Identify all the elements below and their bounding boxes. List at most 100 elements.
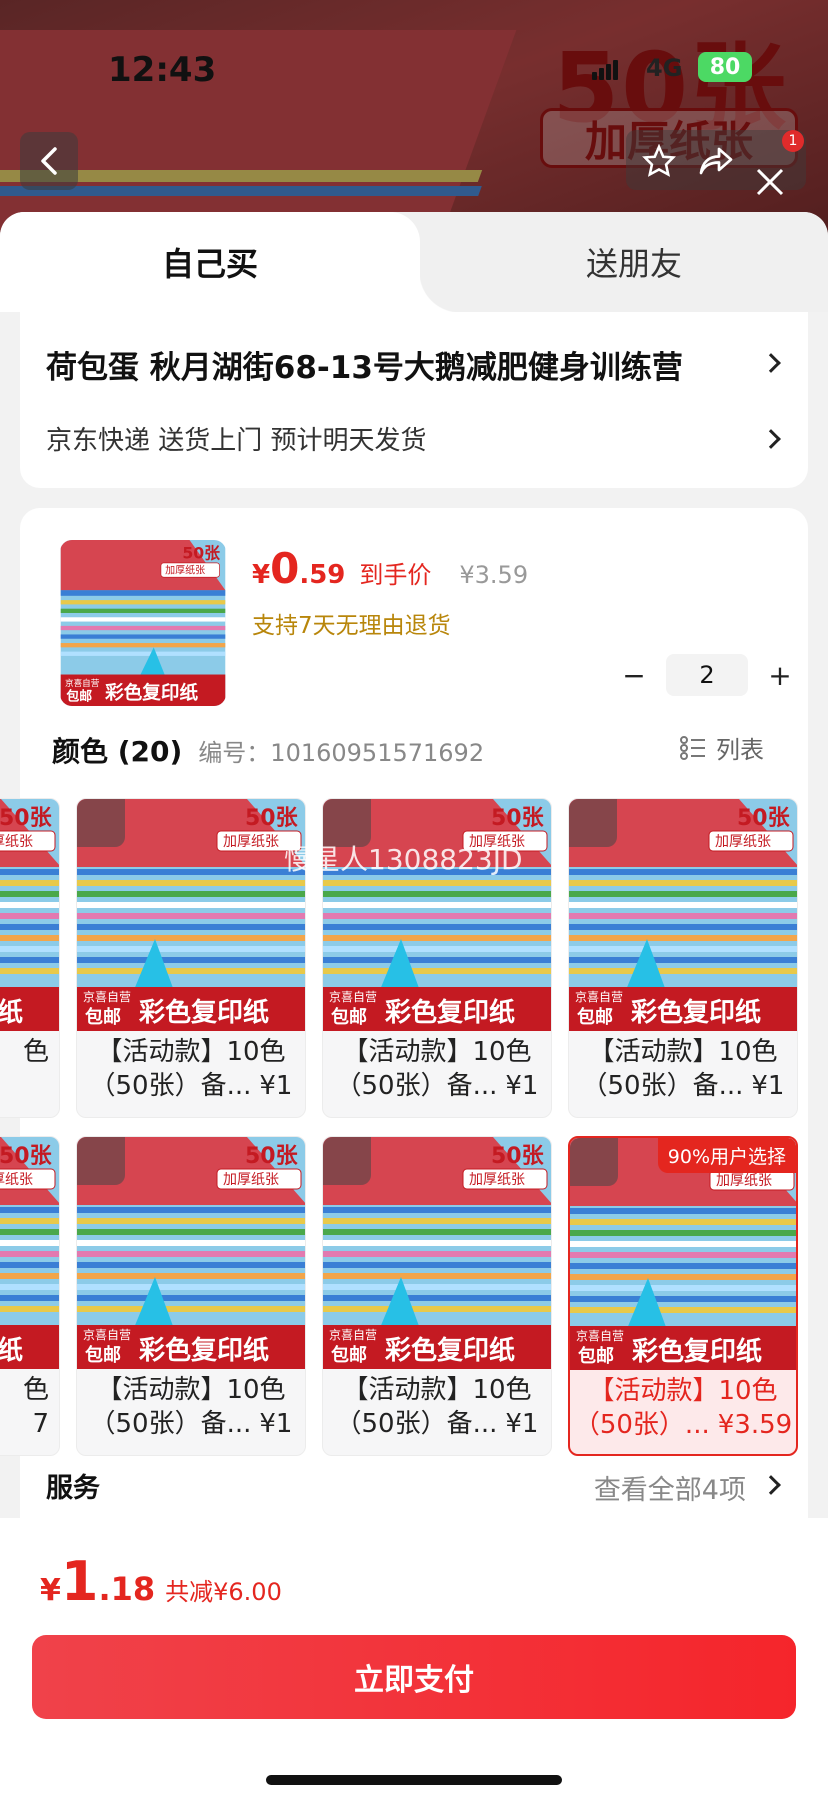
color-option-name: 【活动款】10色 — [96, 1037, 286, 1067]
thick-label: 加厚纸张 — [715, 834, 771, 850]
paper-stripe — [570, 1263, 796, 1269]
price-row: ¥ 0 .59 到手价 ¥3.59 — [252, 544, 528, 593]
product-name-label: 彩色复印纸 — [384, 997, 515, 1028]
color-option-name: 【活动款】10色 — [342, 1037, 532, 1067]
expand-icon[interactable] — [570, 1138, 618, 1186]
address-line[interactable]: 荷包蛋 秋月湖街68-13号大鹅减肥健身训练营 — [46, 342, 746, 387]
count-label: 50张 — [0, 806, 53, 831]
paper-stripe — [77, 957, 305, 963]
address-card: 荷包蛋 秋月湖街68-13号大鹅减肥健身训练营 京东快递 送货上门 预计明天发货 — [20, 312, 808, 488]
battery-icon: 80 — [698, 52, 752, 82]
service-title: 服务 — [46, 1473, 100, 1504]
paper-stripe — [323, 924, 551, 930]
jd-label: 京喜自营 — [576, 1329, 624, 1343]
battery-level: 80 — [709, 54, 741, 80]
paper-stripe — [77, 902, 305, 908]
product-name-label: 彩色复印纸 — [138, 1335, 269, 1366]
paper-stripe — [323, 902, 551, 908]
total-decimal: .18 — [98, 1570, 156, 1608]
expand-icon[interactable] — [77, 799, 125, 847]
decrease-button[interactable]: − — [614, 659, 654, 692]
paper-stripe — [570, 1307, 796, 1313]
shipping-info[interactable]: 京东快递 送货上门 预计明天发货 — [46, 420, 427, 457]
tab-self-buy[interactable]: 自己买 — [0, 212, 460, 312]
tab-bar: 自己买 送朋友 — [0, 212, 828, 312]
paper-stripe — [323, 935, 551, 941]
free-shipping-label: 包邮 — [85, 1006, 121, 1028]
thick-label: 加厚纸张 — [716, 1173, 772, 1189]
jd-label: 京喜自营 — [329, 990, 377, 1004]
color-option-price: ¥1 — [259, 1071, 293, 1101]
paper-image: 50张加厚纸张京喜自营包邮彩色复印纸 — [0, 1137, 59, 1369]
color-option-partial[interactable]: 50张加厚纸张京喜自营包邮彩色复印纸 色 — [0, 798, 60, 1118]
paper-stripe — [323, 1229, 551, 1235]
price-currency: ¥ — [252, 560, 271, 590]
paper-stripe — [569, 913, 797, 919]
paper-stripe — [0, 968, 59, 974]
thumb-count: 50张 — [182, 544, 220, 563]
expand-icon[interactable] — [77, 1137, 125, 1185]
color-option-text: 色 — [22, 1375, 49, 1405]
color-option[interactable]: 50张 加厚纸张 京喜自营 包邮 彩色复印纸 【活动款】10色 （50张）备... ¥1 — [76, 798, 306, 1118]
popular-tag: 90%用户选择 — [657, 1138, 796, 1173]
thick-label: 加厚纸张 — [223, 1172, 279, 1188]
service-row[interactable]: 服务 查看全部4项 — [46, 1466, 786, 1510]
color-option-name: 【活动款】10色 — [342, 1375, 532, 1405]
paper-stripe — [0, 1262, 59, 1268]
list-view-toggle[interactable]: 列表 — [680, 730, 764, 765]
paper-stripe — [570, 1230, 796, 1236]
paper-stripe — [0, 957, 59, 963]
paper-stripe — [77, 1251, 305, 1257]
back-button[interactable] — [20, 132, 78, 190]
color-option-selected[interactable]: 50张加厚纸张京喜自营包邮彩色复印纸 90%用户选择 【活动款】10色（50张）… — [568, 1136, 798, 1456]
color-option-partial[interactable]: 50张加厚纸张京喜自营包邮彩色复印纸 色 7 — [0, 1136, 60, 1456]
chevron-right-icon[interactable] — [761, 429, 781, 449]
cart-badge: 1 — [782, 130, 804, 152]
product-thumbnail[interactable]: 50张 加厚纸张 京喜自营 包邮 彩色复印纸 — [60, 540, 226, 706]
tab-send-friend[interactable]: 送朋友 — [440, 212, 828, 312]
product-name-label: 彩色复印纸 — [138, 997, 269, 1028]
color-option-name: 【活动款】10色 — [588, 1037, 778, 1067]
paper-stripe — [77, 968, 305, 974]
close-icon[interactable] — [752, 164, 788, 200]
paper-stripe — [77, 1284, 305, 1290]
paper-stripe — [569, 968, 797, 974]
paper-stripe — [570, 1241, 796, 1247]
increase-button[interactable]: + — [760, 659, 800, 692]
count-label: 50张 — [491, 806, 545, 831]
paper-stripe — [0, 1306, 59, 1312]
paper-stripe — [0, 891, 59, 897]
paper-stripe — [323, 968, 551, 974]
color-option[interactable]: 50张 加厚纸张 京喜自营 包邮 彩色复印纸 【活动款】10色 （50张）备... ¥1 — [76, 1136, 306, 1456]
price-decimal: .59 — [299, 560, 346, 590]
jd-label: 京喜自营 — [83, 1328, 131, 1342]
expand-icon[interactable] — [569, 799, 617, 847]
paper-stripe — [0, 1218, 59, 1224]
paper-stripe — [569, 902, 797, 908]
paper-stripe — [323, 1284, 551, 1290]
network-type: 4G — [646, 54, 683, 82]
paper-stripe — [77, 935, 305, 941]
color-option[interactable]: 50张 加厚纸张 京喜自营 包邮 彩色复印纸 【活动款】10色 （50张）备... ¥1 — [568, 798, 798, 1118]
free-shipping-label: 包邮 — [578, 1345, 614, 1367]
chevron-right-icon[interactable] — [761, 353, 781, 373]
price-integer: 0 — [270, 544, 300, 593]
share-icon[interactable] — [698, 144, 734, 178]
thick-label: 加厚纸张 — [0, 834, 33, 850]
jd-label: 京喜自营 — [575, 990, 623, 1004]
color-option[interactable]: 50张 加厚纸张 京喜自营 包邮 彩色复印纸 【活动款】10色 （50张）备... ¥1 — [322, 1136, 552, 1456]
star-icon[interactable] — [642, 144, 676, 178]
pay-now-button[interactable]: 立即支付 — [32, 1635, 796, 1719]
count-label: 50张 — [491, 1144, 545, 1169]
total-price: ¥ 1 .18 共减¥6.00 — [40, 1550, 282, 1613]
paper-stripe — [323, 1295, 551, 1301]
quantity-input[interactable]: 2 — [666, 654, 748, 696]
color-option-desc: （50张）备... — [335, 1409, 498, 1439]
paper-stripe — [0, 1273, 59, 1279]
paper-stripe — [0, 1251, 59, 1257]
paper-stripe — [569, 880, 797, 886]
color-header: 颜色 (20) 编号：10160951571692 — [52, 730, 484, 770]
expand-icon[interactable] — [323, 1137, 371, 1185]
paper-stripe — [77, 1262, 305, 1268]
color-option-price: ¥3.59 — [717, 1410, 793, 1440]
